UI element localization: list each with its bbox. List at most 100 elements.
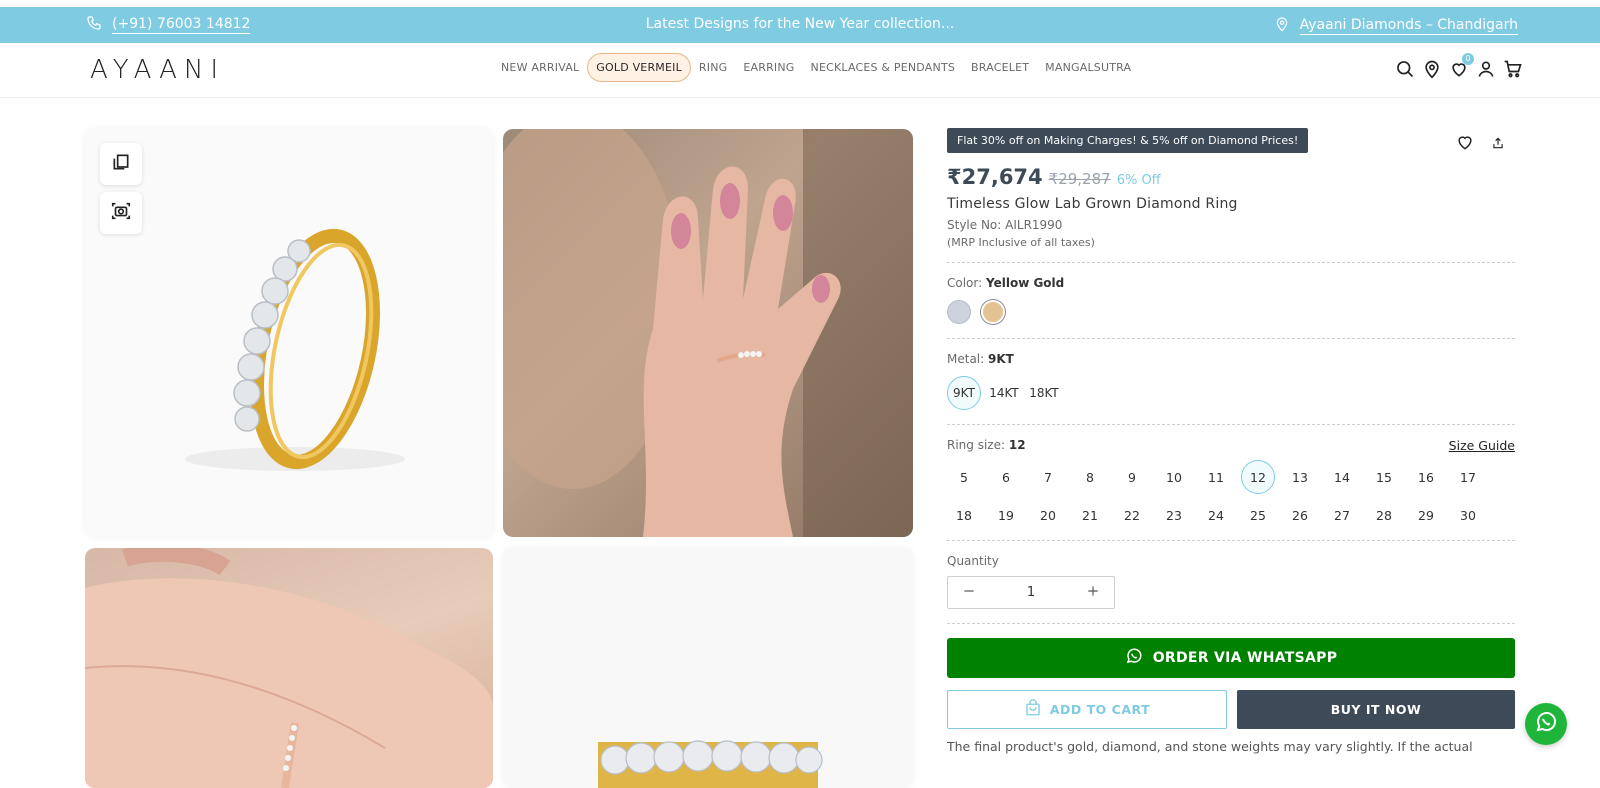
ring-size-selected-value: 12 <box>1008 438 1026 452</box>
metal-option-9kt[interactable]: 9KT <box>947 376 981 410</box>
account-user-icon[interactable] <box>1476 59 1494 79</box>
plus-icon[interactable] <box>1086 584 1100 602</box>
product-info-panel: Flat 30% off on Making Charges! & 5% off… <box>947 128 1515 754</box>
wishlist-heart-icon[interactable]: 0 <box>1449 53 1474 79</box>
cart-icon[interactable] <box>1503 59 1522 79</box>
divider <box>947 540 1515 541</box>
size-option[interactable]: 19 <box>989 498 1023 532</box>
size-option[interactable]: 13 <box>1283 460 1317 494</box>
product-actions <box>1455 132 1505 156</box>
copy-link-button[interactable] <box>100 143 142 185</box>
copy-icon <box>111 152 131 176</box>
top-strip <box>0 0 1600 7</box>
metal-option-18kt[interactable]: 18KT <box>1027 376 1061 410</box>
add-to-cart-label: ADD TO CART <box>1049 702 1151 717</box>
product-image-main[interactable] <box>85 129 493 537</box>
color-swatch-yellow-gold[interactable] <box>981 300 1005 324</box>
site-header: AYAANI NEW ARRIVAL GOLD VERMEIL RING EAR… <box>0 43 1600 98</box>
store-location-icon[interactable] <box>1422 59 1440 79</box>
size-option[interactable]: 16 <box>1409 460 1443 494</box>
store-name[interactable]: Ayaani Diamonds – Chandigarh <box>1299 17 1518 35</box>
quantity-stepper: 1 <box>947 576 1115 609</box>
floating-whatsapp-button[interactable] <box>1525 703 1567 745</box>
nav-ring[interactable]: RING <box>691 53 735 82</box>
metal-label: Metal: 9KT <box>947 352 1515 366</box>
price-row: ₹27,674 ₹29,287 6% Off <box>947 165 1515 189</box>
size-option[interactable]: 27 <box>1325 498 1359 532</box>
quantity-value[interactable]: 1 <box>1027 585 1035 600</box>
add-to-cart-button[interactable]: ADD TO CART <box>947 690 1227 729</box>
divider <box>947 338 1515 339</box>
ring-size-label: Ring size: 12 Size Guide <box>947 438 1515 453</box>
whatsapp-button-label: ORDER VIA WHATSAPP <box>1152 650 1338 666</box>
size-option[interactable]: 15 <box>1367 460 1401 494</box>
buy-it-now-button[interactable]: BUY IT NOW <box>1237 690 1515 729</box>
metal-options: 9KT 14KT 18KT <box>947 376 1515 410</box>
quantity-label: Quantity <box>947 554 999 568</box>
metal-selected-value: 9KT <box>988 352 1014 366</box>
divider <box>947 262 1515 263</box>
size-option[interactable]: 24 <box>1199 498 1233 532</box>
metal-option-14kt[interactable]: 14KT <box>987 376 1021 410</box>
product-image-hand-closeup[interactable] <box>85 548 493 788</box>
size-option[interactable]: 6 <box>989 460 1023 494</box>
divider <box>947 623 1515 624</box>
tax-note: (MRP Inclusive of all taxes) <box>947 236 1095 249</box>
product-image-model-hand[interactable] <box>503 129 913 537</box>
camera-scan-icon <box>110 200 132 226</box>
size-option[interactable]: 26 <box>1283 498 1317 532</box>
nav-bracelet[interactable]: BRACELET <box>963 53 1037 82</box>
nav-gold-vermeil[interactable]: GOLD VERMEIL <box>587 53 691 82</box>
size-option[interactable]: 14 <box>1325 460 1359 494</box>
color-swatches <box>947 300 1515 324</box>
original-price: ₹29,287 <box>1048 170 1111 188</box>
sale-price: ₹27,674 <box>947 165 1043 189</box>
divider <box>947 424 1515 425</box>
search-icon[interactable] <box>1395 59 1414 79</box>
size-guide-link[interactable]: Size Guide <box>1449 438 1515 453</box>
virtual-try-on-button[interactable] <box>100 192 142 234</box>
header-icons: 0 <box>1395 53 1522 79</box>
color-label: Color: Yellow Gold <box>947 276 1515 290</box>
size-option[interactable]: 8 <box>1073 460 1107 494</box>
brand-logo[interactable]: AYAANI <box>90 55 225 85</box>
order-via-whatsapp-button[interactable]: ORDER VIA WHATSAPP <box>947 638 1515 678</box>
color-selected-value: Yellow Gold <box>986 276 1065 290</box>
size-option[interactable]: 28 <box>1367 498 1401 532</box>
nav-necklaces-pendants[interactable]: NECKLACES & PENDANTS <box>803 53 964 82</box>
size-option[interactable]: 29 <box>1409 498 1443 532</box>
size-option[interactable]: 23 <box>1157 498 1191 532</box>
product-image-top-view[interactable] <box>503 548 913 788</box>
style-number: Style No: AILR1990 <box>947 218 1063 232</box>
nav-earring[interactable]: EARRING <box>735 53 802 82</box>
size-option-selected[interactable]: 12 <box>1241 460 1275 494</box>
share-icon[interactable] <box>1491 135 1505 154</box>
nav-new-arrival[interactable]: NEW ARRIVAL <box>493 53 587 82</box>
size-option[interactable]: 17 <box>1451 460 1485 494</box>
store-link[interactable]: Ayaani Diamonds – Chandigarh <box>1274 15 1518 37</box>
add-to-wishlist-heart-icon[interactable] <box>1455 132 1475 156</box>
size-option[interactable]: 21 <box>1073 498 1107 532</box>
minus-icon[interactable] <box>962 584 976 602</box>
size-option[interactable]: 25 <box>1241 498 1275 532</box>
size-option[interactable]: 5 <box>947 460 981 494</box>
size-option[interactable]: 9 <box>1115 460 1149 494</box>
shopping-bag-icon <box>1024 699 1042 720</box>
whatsapp-icon <box>1534 710 1558 738</box>
size-option[interactable]: 7 <box>1031 460 1065 494</box>
size-option[interactable]: 22 <box>1115 498 1149 532</box>
size-option[interactable]: 10 <box>1157 460 1191 494</box>
nav-mangalsutra[interactable]: MANGALSUTRA <box>1037 53 1139 82</box>
location-pin-icon <box>1274 15 1290 37</box>
size-option[interactable]: 20 <box>1031 498 1065 532</box>
discount-badge: 6% Off <box>1116 173 1161 188</box>
size-option[interactable]: 18 <box>947 498 981 532</box>
disclaimer-text: The final product's gold, diamond, and s… <box>947 739 1473 754</box>
size-option[interactable]: 11 <box>1199 460 1233 494</box>
size-option[interactable]: 30 <box>1451 498 1485 532</box>
announcement-bar: (+91) 76003 14812 Latest Designs for the… <box>0 7 1600 43</box>
main-nav: NEW ARRIVAL GOLD VERMEIL RING EARRING NE… <box>493 53 1139 82</box>
ring-size-label-text: Ring size: <box>947 438 1006 452</box>
color-swatch-white-gold[interactable] <box>947 300 971 324</box>
ring-size-options: 5 6 7 8 9 10 11 12 13 14 15 16 17 18 19 … <box>947 460 1515 532</box>
